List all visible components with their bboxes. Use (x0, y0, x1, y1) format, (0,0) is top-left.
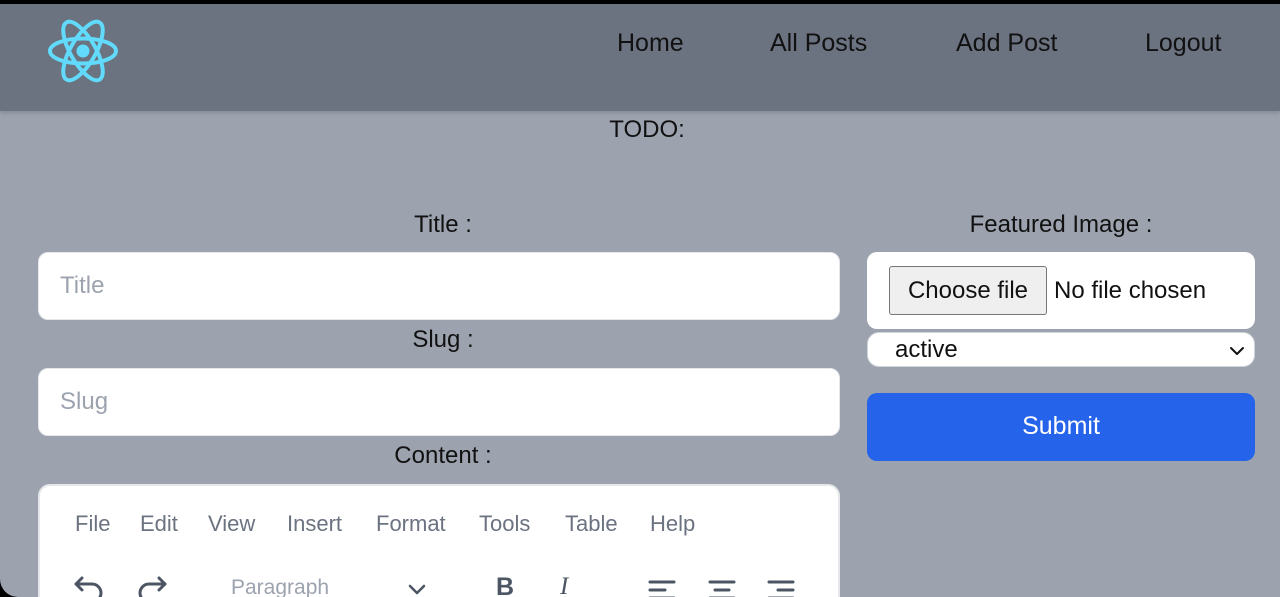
no-file-text: No file chosen (1054, 277, 1207, 304)
status-select-value: active (895, 336, 958, 363)
status-select[interactable]: active (867, 332, 1255, 367)
content-label: Content : (394, 442, 492, 469)
todo-heading: TODO: (609, 116, 685, 143)
react-logo-icon[interactable] (46, 18, 120, 84)
undo-icon[interactable] (72, 574, 106, 597)
editor-menu-help[interactable]: Help (650, 510, 695, 538)
editor-menu-view[interactable]: View (208, 510, 255, 538)
editor-menu-insert[interactable]: Insert (287, 510, 342, 538)
featured-image-input: Choose file No file chosen (867, 252, 1255, 329)
bold-button[interactable]: B (496, 573, 514, 597)
chevron-down-icon[interactable] (407, 582, 427, 597)
header: Home All Posts Add Post Logout (0, 4, 1280, 111)
slug-label: Slug : (412, 326, 474, 353)
block-format-select[interactable]: Paragraph (231, 576, 329, 597)
editor-menu-tools[interactable]: Tools (479, 510, 530, 538)
choose-file-button[interactable]: Choose file (889, 266, 1047, 315)
editor-menu-format[interactable]: Format (376, 510, 446, 538)
align-right-icon[interactable] (766, 579, 796, 597)
editor-menu-file[interactable]: File (75, 510, 110, 538)
nav-home[interactable]: Home (617, 26, 684, 60)
rich-text-editor[interactable]: File Edit View Insert Format Tools Table… (38, 484, 840, 597)
align-center-icon[interactable] (707, 579, 737, 597)
featured-image-label: Featured Image : (969, 211, 1153, 238)
redo-icon[interactable] (135, 574, 169, 597)
nav-add-post[interactable]: Add Post (956, 26, 1057, 60)
nav-all-posts[interactable]: All Posts (770, 26, 867, 60)
submit-button[interactable]: Submit (867, 393, 1255, 461)
app-screen: Home All Posts Add Post Logout TODO: Tit… (0, 4, 1280, 597)
title-input[interactable]: Title (38, 252, 840, 320)
align-left-icon[interactable] (647, 579, 677, 597)
chevron-down-icon (1230, 347, 1244, 355)
nav-logout[interactable]: Logout (1145, 26, 1221, 60)
slug-input[interactable]: Slug (38, 368, 840, 436)
italic-button[interactable]: I (560, 573, 568, 597)
title-label: Title : (414, 211, 472, 238)
editor-menu-edit[interactable]: Edit (140, 510, 178, 538)
editor-menu-table[interactable]: Table (565, 510, 618, 538)
